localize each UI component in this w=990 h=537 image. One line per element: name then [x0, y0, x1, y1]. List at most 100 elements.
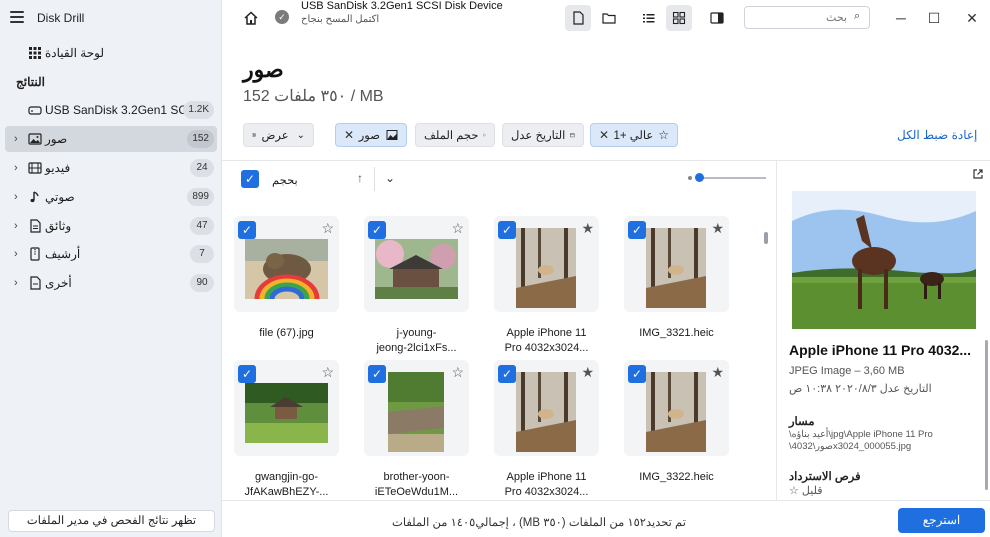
chevron-right-icon[interactable]: › — [14, 248, 18, 260]
sidebar-item-dashboard[interactable]: لوحة القيادة — [5, 40, 217, 66]
sidebar-item-documents[interactable]: › وثائق 47 — [5, 213, 217, 239]
photos-filter-chip[interactable]: صور ✕ — [335, 123, 407, 147]
music-note-icon — [30, 191, 39, 203]
view-dropdown[interactable]: عرض ⌄ — [243, 123, 314, 147]
divider — [776, 160, 777, 500]
preview-pane-toggle[interactable] — [704, 5, 730, 31]
star-icon[interactable]: ★ — [711, 220, 724, 237]
grid-view-button[interactable] — [666, 5, 692, 31]
grid-scrollbar[interactable] — [764, 232, 768, 244]
star-icon[interactable]: ★ — [711, 364, 724, 381]
search-input[interactable] — [751, 10, 847, 26]
search-icon[interactable]: ⌕ — [854, 10, 860, 23]
file-view-button[interactable] — [565, 5, 591, 31]
file-card[interactable]: ✓ ★ — [624, 360, 729, 456]
device-name: USB SanDisk 3.2Gen1 SCSI Disk Device — [301, 0, 503, 12]
file-card[interactable]: ✓ ☆ — [234, 360, 339, 456]
date-modified-label: التاريخ عدل — [511, 130, 566, 142]
select-checkbox[interactable]: ✓ — [238, 365, 256, 383]
chevron-right-icon[interactable]: › — [14, 133, 18, 145]
sort-by-label[interactable]: بحجم — [272, 173, 298, 187]
file-card[interactable]: ✓ ★ — [624, 216, 729, 312]
sidebar-item-photos[interactable]: › صور 152 — [5, 126, 217, 152]
folder-view-button[interactable] — [596, 5, 622, 31]
sidebar-item-label: فيديو — [45, 161, 71, 175]
date-modified-filter[interactable]: التاريخ عدل — [502, 123, 584, 147]
show-in-file-manager-button[interactable]: تظهر نتائج الفحص في مدير الملفات — [8, 510, 215, 532]
document-icon — [30, 219, 41, 233]
sidebar-item-label: لوحة القيادة — [45, 46, 105, 60]
select-checkbox[interactable]: ✓ — [238, 221, 256, 239]
file-name: IMG_3321.heic — [639, 327, 714, 339]
chevron-down-icon[interactable]: ⌄ — [385, 171, 395, 185]
file-card[interactable]: ✓ ★ — [494, 360, 599, 456]
star-icon[interactable]: ★ — [581, 364, 594, 381]
sidebar-item-archive[interactable]: › أرشيف 7 — [5, 241, 217, 267]
device-count-badge: 1.2K — [183, 101, 214, 119]
sidebar-item-audio[interactable]: › صوتي 899 — [5, 184, 217, 210]
recover-button[interactable]: استرجع — [898, 508, 985, 533]
file-card[interactable]: ✓ ★ — [494, 216, 599, 312]
sort-direction-icon[interactable]: ↑ — [357, 171, 363, 185]
sidebar-item-device[interactable]: USB SanDisk 3.2Gen1 SCS... 1.2K — [5, 97, 217, 123]
select-checkbox[interactable]: ✓ — [498, 221, 516, 239]
scan-complete-icon: ✓ — [275, 10, 289, 24]
star-half-icon[interactable]: ☆ — [451, 364, 464, 381]
star-half-icon[interactable]: ☆ — [451, 220, 464, 237]
file-name: j-young-jeong-2lci1xFs... — [376, 327, 457, 354]
page-title: صور — [243, 57, 284, 82]
star-icon[interactable]: ★ — [581, 220, 594, 237]
count-badge: 90 — [190, 274, 214, 292]
scan-status: اكتمل المسح بنجاح — [301, 14, 380, 25]
file-size-filter[interactable]: حجم الملف — [415, 123, 495, 147]
file-icon — [483, 133, 486, 137]
remove-filter-icon[interactable]: ✕ — [344, 128, 354, 142]
list-view-button[interactable] — [636, 5, 662, 31]
hamburger-menu-icon[interactable] — [10, 11, 24, 23]
file-icon — [30, 276, 41, 290]
drive-icon — [28, 106, 42, 115]
panel-icon — [710, 12, 724, 24]
chevron-right-icon[interactable]: › — [14, 277, 18, 289]
sidebar-item-other[interactable]: › أخرى 90 — [5, 270, 217, 296]
cat-thumbnail — [245, 239, 328, 299]
select-checkbox[interactable]: ✓ — [368, 221, 386, 239]
file-name: Apple iPhone 11 Pro 4032x3024... — [504, 471, 589, 498]
select-all-checkbox[interactable]: ✓ — [241, 170, 259, 188]
open-external-icon[interactable] — [972, 168, 984, 180]
file-card[interactable]: ✓ ☆ — [234, 216, 339, 312]
close-button[interactable]: ✕ — [962, 8, 982, 28]
reset-all-link[interactable]: إعادة ضبط الكل — [897, 128, 977, 142]
chevron-right-icon[interactable]: › — [14, 162, 18, 174]
count-badge: 47 — [190, 217, 214, 235]
preview-scrollbar[interactable] — [985, 340, 988, 490]
select-checkbox[interactable]: ✓ — [628, 221, 646, 239]
star-half-icon[interactable]: ☆ — [321, 220, 334, 237]
preview-image — [792, 191, 976, 329]
chevron-right-icon[interactable]: › — [14, 220, 18, 232]
preview-path: \أعيد بناؤه\jpg\Apple iPhone 11 Pro \صور\… — [789, 429, 933, 452]
select-checkbox[interactable]: ✓ — [368, 365, 386, 383]
star-half-icon[interactable]: ☆ — [321, 364, 334, 381]
remove-filter-icon[interactable]: ✕ — [599, 128, 609, 142]
sidebar-item-label: وثائق — [45, 219, 72, 233]
rating-filter-chip[interactable]: ☆ عالي +1 ✕ — [590, 123, 678, 147]
maximize-button[interactable]: ☐ — [924, 8, 944, 28]
select-checkbox[interactable]: ✓ — [498, 365, 516, 383]
results-heading: النتائج — [16, 75, 45, 89]
preview-file-name: Apple iPhone 11 Pro 4032... — [789, 342, 972, 358]
search-box: ⌕ — [744, 6, 870, 29]
slider-thumb[interactable] — [695, 173, 704, 182]
dog-thumbnail — [646, 228, 706, 308]
file-card[interactable]: ✓ ☆ — [364, 360, 469, 456]
minimize-button[interactable]: ─ — [891, 8, 911, 28]
home-icon[interactable] — [243, 10, 259, 26]
slider-min-dot — [688, 176, 692, 180]
sidebar-item-label: أرشيف — [45, 247, 81, 261]
select-checkbox[interactable]: ✓ — [628, 365, 646, 383]
thumbnail-size-slider[interactable] — [688, 173, 766, 182]
sidebar-item-video[interactable]: › فيديو 24 — [5, 155, 217, 181]
file-card[interactable]: ✓ ☆ — [364, 216, 469, 312]
chevron-right-icon[interactable]: › — [14, 191, 18, 203]
rating-label: عالي +1 — [613, 130, 654, 142]
